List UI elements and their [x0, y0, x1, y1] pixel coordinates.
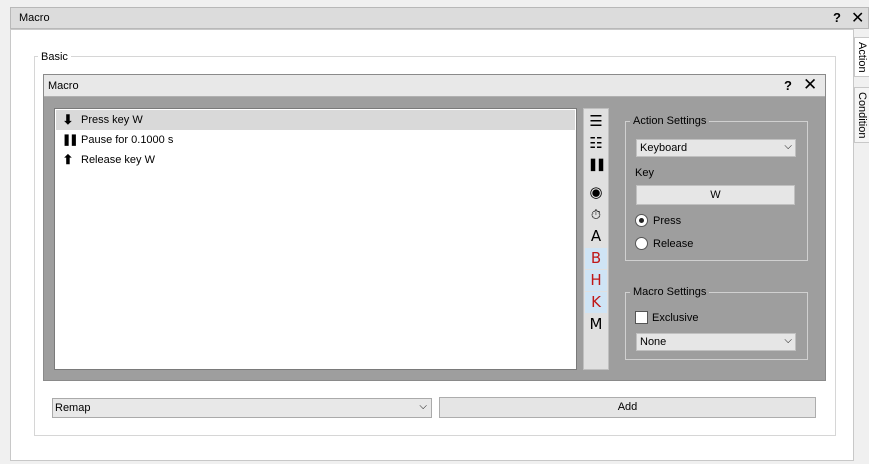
chevron-down-icon: ⌵ — [784, 335, 792, 346]
macro-editor-panel: Macro ? ✕ ⬇ Press key W ❚❚ Pause for 0.1… — [43, 74, 826, 381]
basic-group-legend: Basic — [38, 51, 71, 63]
pause-icon[interactable]: ❚❚ — [585, 154, 607, 175]
action-type-value: Keyboard — [640, 142, 688, 154]
list-item[interactable]: ⬆ Release key W — [56, 150, 575, 170]
record-icon[interactable]: ◉ — [585, 182, 607, 203]
exclusive-checkbox[interactable] — [635, 311, 648, 324]
action-list[interactable]: ⬇ Press key W ❚❚ Pause for 0.1000 s ⬆ Re… — [54, 108, 577, 370]
pause-icon: ❚❚ — [62, 134, 78, 146]
tab-condition-label: Condition — [856, 92, 868, 139]
panel-close-icon[interactable]: ✕ — [803, 75, 817, 95]
macro-mode-select[interactable]: None ⌵ — [636, 333, 796, 351]
list-item-label: Release key W — [81, 154, 155, 166]
chevron-down-icon: ⌵ — [419, 401, 427, 412]
macro-window: Macro ? ✕ Action Condition Basic Macro ?… — [0, 0, 869, 464]
letter-b-button[interactable]: B — [585, 248, 607, 269]
release-radio[interactable] — [635, 237, 648, 250]
list-remove-icon[interactable]: ☷ — [585, 133, 607, 154]
help-button[interactable]: ? — [833, 10, 841, 25]
letter-h-button[interactable]: H — [585, 270, 607, 291]
panel-help-button[interactable]: ? — [784, 78, 792, 93]
timer-icon[interactable]: ⏱ — [585, 204, 607, 225]
action-settings-legend: Action Settings — [630, 115, 710, 127]
key-label: Key — [635, 167, 654, 179]
list-item-label: Pause for 0.1000 s — [81, 134, 174, 146]
panel-title: Macro — [48, 80, 79, 92]
arrow-up-icon: ⬆ — [62, 152, 74, 167]
press-radio[interactable] — [635, 214, 648, 227]
letter-a-button[interactable]: A — [585, 226, 607, 247]
list-item[interactable]: ❚❚ Pause for 0.1000 s — [56, 130, 575, 150]
tab-condition[interactable]: Condition — [854, 87, 869, 143]
chevron-down-icon: ⌵ — [784, 141, 792, 152]
macro-settings-legend: Macro Settings — [630, 286, 710, 298]
list-item-label: Press key W — [81, 114, 143, 126]
key-capture-field[interactable]: W — [636, 185, 795, 205]
window-titlebar: Macro ? ✕ — [10, 7, 869, 29]
add-button[interactable]: Add — [439, 397, 816, 418]
release-radio-label: Release — [653, 238, 694, 250]
radio-selected-dot — [639, 218, 644, 223]
remap-select[interactable]: Remap ⌵ — [52, 398, 432, 418]
press-radio-label: Press — [653, 215, 682, 227]
window-title: Macro — [19, 12, 50, 24]
action-type-select[interactable]: Keyboard ⌵ — [636, 139, 796, 157]
letter-m-button[interactable]: M — [585, 314, 607, 335]
list-item[interactable]: ⬇ Press key W — [56, 110, 575, 130]
letter-k-button[interactable]: K — [585, 292, 607, 313]
exclusive-label: Exclusive — [652, 312, 699, 324]
panel-titlebar: Macro ? ✕ — [44, 75, 825, 97]
remap-value: Remap — [55, 402, 91, 414]
tab-action[interactable]: Action — [854, 37, 869, 77]
list-add-icon[interactable]: ☰ — [585, 111, 607, 132]
macro-mode-value: None — [640, 336, 667, 348]
arrow-down-icon: ⬇ — [62, 112, 74, 127]
close-icon[interactable]: ✕ — [851, 8, 864, 28]
tab-action-label: Action — [856, 42, 868, 73]
action-toolbar: ☰ ☷ ❚❚ ◉ ⏱ A B H K M — [583, 108, 609, 370]
